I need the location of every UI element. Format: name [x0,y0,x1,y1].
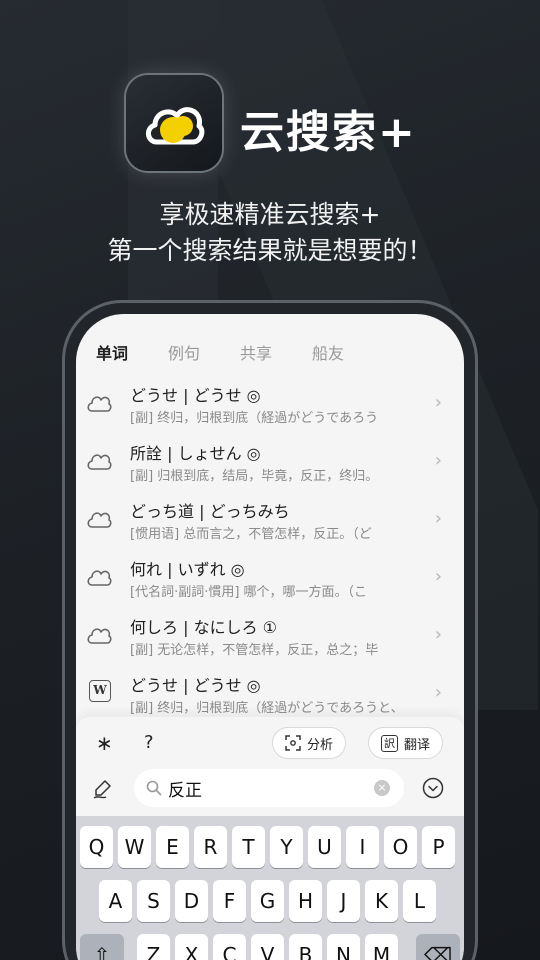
key-u[interactable]: U [308,826,341,868]
cloud-icon [87,454,112,470]
tagline-line-1: 享极速精准云搜索+ [159,200,381,229]
question-button[interactable]: ? [144,732,154,753]
key-d[interactable]: D [175,880,208,922]
result-term: どうせ | どうせ ◎ [130,676,261,695]
backspace-key[interactable]: ⌫ [416,934,460,960]
wildcard-button[interactable]: ∗ [96,731,113,755]
result-definition: [代名詞·副詞·慣用] 哪个，哪一方面。（こ [130,585,368,600]
key-t[interactable]: T [232,826,265,868]
key-i[interactable]: I [346,826,379,868]
chevron-down-icon[interactable] [422,777,444,799]
dictionary-icon: W [89,680,111,702]
key-q[interactable]: Q [80,826,113,868]
key-p[interactable]: P [422,826,455,868]
key-h[interactable]: H [289,880,322,922]
key-x[interactable]: X [175,934,208,960]
key-k[interactable]: K [365,880,398,922]
key-o[interactable]: O [384,826,417,868]
result-term: どっち道 | どっちみち [130,502,290,521]
keyboard: Q W E R T Y U I O P A S D F G H J K L ⇧ … [76,816,464,960]
result-term: どうせ | どうせ ◎ [130,386,261,405]
result-definition: [惯用语] 总而言之，不管怎样，反正。（ど [130,527,372,542]
chevron-right-icon: › [434,450,442,471]
result-row[interactable]: W どうせ | どうせ ◎ [副] 终归，归根到底（経過がどうであろうと、 › [76,664,464,722]
phone-screen: 单词 例句 共享 船友 どうせ | どうせ ◎ [副] 终归，归根到底（経過がど… [76,314,464,960]
key-w[interactable]: W [118,826,151,868]
clear-icon[interactable]: × [374,780,390,796]
key-f[interactable]: F [213,880,246,922]
key-j[interactable]: J [327,880,360,922]
tab-bar: 单词 例句 共享 船友 [96,340,384,364]
key-c[interactable]: C [213,934,246,960]
result-row[interactable]: 何れ | いずれ ◎ [代名詞·副詞·慣用] 哪个，哪一方面。（こ › [76,548,464,606]
result-row[interactable]: どっち道 | どっちみち [惯用语] 总而言之，不管怎样，反正。（ど › [76,490,464,548]
chevron-right-icon: › [434,566,442,587]
key-v[interactable]: V [251,934,284,960]
translate-button[interactable]: 訳 翻译 [368,727,444,759]
chevron-right-icon: › [434,392,442,413]
tagline-line-2: 第一个搜索结果就是想要的！ [107,236,433,265]
handwriting-icon[interactable] [92,779,114,799]
key-n[interactable]: N [327,934,360,960]
key-e[interactable]: E [156,826,189,868]
tab-shared[interactable]: 共享 [240,340,272,364]
result-definition: [副] 归根到底，结局，毕竟，反正，终归。 [130,469,379,484]
key-g[interactable]: G [251,880,284,922]
tab-words[interactable]: 单词 [96,340,128,364]
key-l[interactable]: L [403,880,436,922]
scan-icon [285,735,301,751]
search-input[interactable] [168,778,348,798]
cloud-icon [87,570,112,586]
key-r[interactable]: R [194,826,227,868]
result-row[interactable]: 所詮 | しょせん ◎ [副] 归根到底，结局，毕竟，反正，终归。 › [76,432,464,490]
analyze-button[interactable]: 分析 [272,727,347,759]
key-s[interactable]: S [137,880,170,922]
result-term: 何れ | いずれ ◎ [130,560,245,579]
key-z[interactable]: Z [137,934,170,960]
result-term: 何しろ | なにしろ ① [130,618,277,637]
result-definition: [副] 无论怎样，不管怎样，反正，总之；毕 [130,643,379,658]
translate-label: 翻译 [404,737,431,753]
key-y[interactable]: Y [270,826,303,868]
cloud-icon [87,628,112,644]
chevron-right-icon: › [434,682,442,703]
key-b[interactable]: B [289,934,322,960]
result-row[interactable]: 何しろ | なにしろ ① [副] 无论怎样，不管怎样，反正，总之；毕 › [76,606,464,664]
result-list: どうせ | どうせ ◎ [副] 终归，归根到底（経過がどうであろう › 所詮 |… [76,374,464,722]
app-logo [126,75,222,171]
analyze-label: 分析 [307,737,334,753]
result-definition: [副] 终归，归根到底（経過がどうであろうと、 [130,701,404,716]
result-row[interactable]: どうせ | どうせ ◎ [副] 终归，归根到底（経過がどうであろう › [76,374,464,432]
search-icon [146,780,162,796]
tab-examples[interactable]: 例句 [168,340,200,364]
tab-friends[interactable]: 船友 [312,340,344,364]
key-m[interactable]: M [365,934,398,960]
shift-key[interactable]: ⇧ [80,934,124,960]
result-term: 所詮 | しょせん ◎ [130,444,261,463]
search-field[interactable]: × [134,769,404,807]
cloud-logo-icon [146,107,205,145]
app-title: 云搜索+ [240,107,417,158]
chevron-right-icon: › [434,508,442,529]
cloud-icon [87,396,112,412]
chevron-right-icon: › [434,624,442,645]
translate-icon: 訳 [381,734,398,752]
cloud-icon [87,512,112,528]
result-definition: [副] 终归，归根到底（経過がどうであろう [130,411,379,426]
key-a[interactable]: A [99,880,132,922]
search-toolbar: ∗ ? 分析 訳 翻译 × [76,716,464,816]
